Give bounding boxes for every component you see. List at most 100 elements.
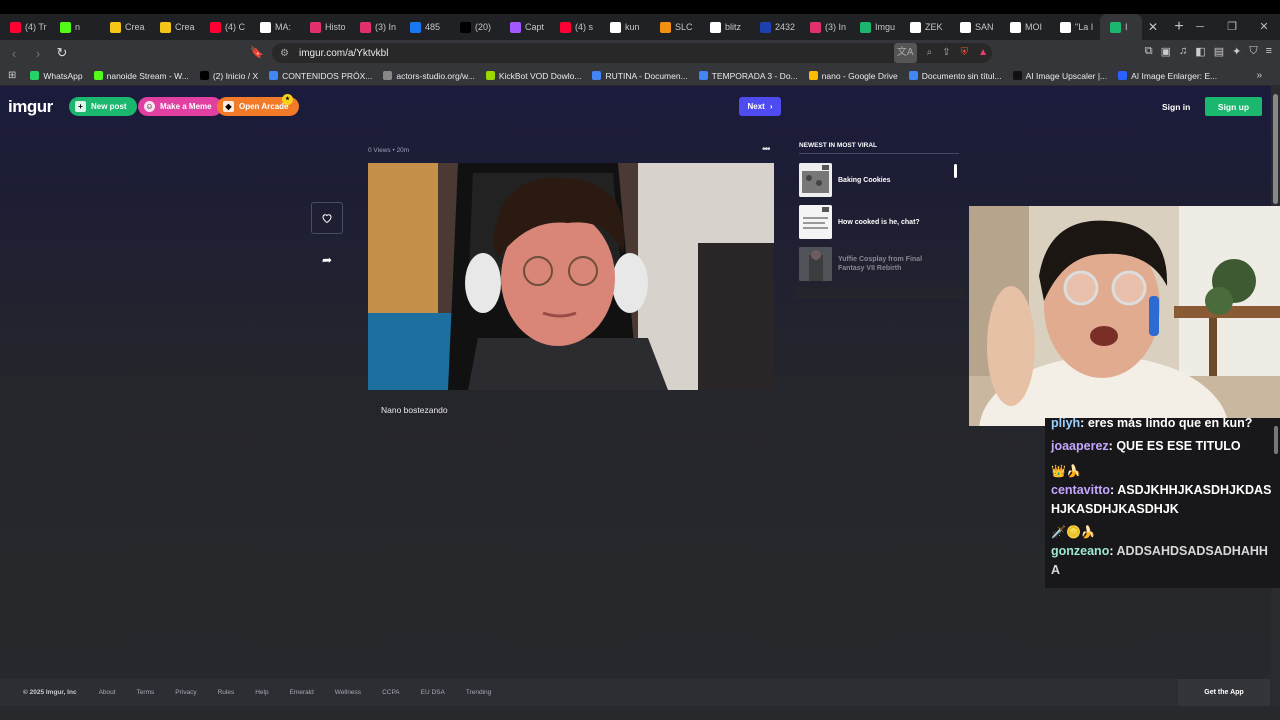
brave-shield-icon[interactable]: ⛨ — [961, 43, 969, 63]
browser-tab[interactable]: Capt — [500, 14, 550, 40]
minimize-icon[interactable]: ─ — [1184, 14, 1216, 40]
footer-link[interactable]: Help — [255, 689, 268, 696]
bookmark-item[interactable]: AI Image Enlarger: E... — [1118, 71, 1217, 81]
reload-icon[interactable]: ↻ — [52, 45, 72, 61]
browser-tab[interactable]: kun — [600, 14, 650, 40]
more-bookmarks-icon[interactable]: » — [1256, 70, 1262, 81]
viral-thumbnail — [799, 163, 832, 197]
browser-tab[interactable]: Crea — [150, 14, 200, 40]
leo-ai-icon[interactable]: ✦ — [1232, 45, 1241, 58]
omnibox-actions: 文A ⌕ ⇪ ⛨ ▲ — [893, 43, 988, 63]
vpn-icon[interactable]: ⛉ — [1249, 45, 1257, 58]
bookmark-item[interactable]: (2) Inicio / X — [199, 71, 258, 81]
favorite-button[interactable] — [311, 202, 343, 234]
translate-icon[interactable]: 文A — [893, 43, 917, 63]
browser-tab[interactable]: ZEK — [900, 14, 950, 40]
bookmark-favicon-icon — [1012, 71, 1022, 80]
footer-link[interactable]: Wellness — [335, 689, 361, 696]
sign-in-link[interactable]: Sign in — [1162, 102, 1190, 112]
browser-tab[interactable]: MOI — [1000, 14, 1050, 40]
viral-divider — [799, 153, 959, 154]
site-info-icon[interactable]: ⚙ — [280, 48, 289, 59]
footer-link[interactable]: Privacy — [175, 689, 196, 696]
viral-item[interactable]: How cooked is he, chat? — [799, 204, 959, 240]
bookmark-item[interactable]: nano - Google Drive — [808, 71, 898, 81]
browser-tab[interactable]: SLC — [650, 14, 700, 40]
footer-link[interactable]: Emerald — [290, 689, 314, 696]
close-window-icon[interactable]: ✕ — [1248, 14, 1280, 40]
browser-tab[interactable]: Imgu — [850, 14, 900, 40]
bookmark-item[interactable]: Documento sin títul... — [908, 71, 1002, 81]
apps-grid-icon[interactable]: ⊞ — [8, 70, 16, 81]
footer-link[interactable]: Trending — [466, 689, 491, 696]
viral-scrollbar[interactable] — [954, 164, 957, 178]
make-meme-button[interactable]: ☺ Make a Meme — [138, 97, 222, 116]
menu-icon[interactable]: ≡ — [1266, 45, 1272, 58]
browser-tab[interactable]: blitz — [700, 14, 750, 40]
browser-tab[interactable]: Crea — [100, 14, 150, 40]
browser-tab[interactable]: (20) — [450, 14, 500, 40]
viral-item[interactable]: Baking Cookies — [799, 162, 959, 198]
footer-link[interactable]: CCPA — [382, 689, 400, 696]
screenshot-icon[interactable]: ▣ — [1161, 45, 1171, 58]
more-options-icon[interactable]: ••• — [762, 144, 770, 155]
active-browser-tab[interactable]: I — [1100, 14, 1142, 40]
footer-link[interactable]: EU DSA — [421, 689, 445, 696]
make-meme-label: Make a Meme — [160, 102, 212, 111]
zoom-icon[interactable]: ⌕ — [927, 43, 933, 63]
wallet-icon[interactable]: ▤ — [1214, 45, 1224, 58]
brave-rewards-icon[interactable]: ▲ — [978, 43, 988, 63]
bookmark-icon[interactable]: 🔖 — [250, 46, 264, 59]
bookmark-item[interactable]: RUTINA - Documen... — [592, 70, 688, 81]
browser-tab[interactable]: MA: — [250, 14, 300, 40]
bookmark-item[interactable]: CONTENIDOS PRÓX... — [269, 71, 372, 81]
bookmark-item[interactable]: actors-studio.org/w... — [383, 71, 475, 81]
imgur-logo[interactable]: imgur — [8, 97, 53, 117]
browser-tab[interactable]: 485 — [400, 14, 450, 40]
browser-tab[interactable]: Histo — [300, 14, 350, 40]
next-post-button[interactable]: Next › — [739, 97, 781, 116]
new-post-button[interactable]: + New post — [69, 97, 137, 116]
share-button[interactable]: ➦ — [311, 244, 343, 276]
chat-text: eres más lindo que en kun? — [1087, 418, 1253, 430]
page-scrollbar-thumb[interactable] — [1273, 94, 1278, 204]
chat-scrollbar[interactable] — [1274, 426, 1278, 454]
browser-tab[interactable]: (4) s — [550, 14, 600, 40]
tab-label: (4) s — [575, 22, 593, 32]
browser-tab[interactable]: SAN — [950, 14, 1000, 40]
browser-tab[interactable]: "La I — [1050, 14, 1100, 40]
footer-link[interactable]: Terms — [137, 689, 155, 696]
footer-link[interactable]: Rules — [218, 689, 235, 696]
restore-icon[interactable]: ❐ — [1216, 14, 1248, 40]
bookmark-item[interactable]: AI Image Upscaler |... — [1012, 71, 1107, 81]
back-icon[interactable]: ‹ — [4, 46, 24, 61]
tab-favicon-icon — [460, 21, 471, 33]
url-field[interactable]: ⚙ imgur.com/a/Yktvkbl 文A ⌕ ⇪ ⛨ ▲ — [272, 43, 992, 63]
get-app-button[interactable]: Get the App — [1178, 679, 1270, 706]
bookmark-label: RUTINA - Documen... — [605, 70, 688, 81]
share-page-icon[interactable]: ⇪ — [942, 43, 950, 63]
cookies-thumbnail — [799, 163, 832, 197]
viral-item[interactable]: Yuffie Cosplay from Final Fantasy VII Re… — [799, 246, 959, 282]
sidebar-icon[interactable]: ◧ — [1195, 45, 1205, 58]
post-image[interactable] — [368, 163, 774, 390]
tab-strip: (4) Tr n Crea Crea (4) C MA: Histo (3) In 485 (20… — [0, 14, 1280, 40]
browser-tab[interactable]: (4) Tr — [0, 14, 50, 40]
address-bar-row: ‹ › ↻ 🔖 ⚙ imgur.com/a/Yktvkbl 文A ⌕ ⇪ ⛨ ▲… — [0, 40, 1280, 66]
bookmark-item[interactable]: WhatsApp — [30, 71, 83, 81]
footer-link[interactable]: About — [99, 689, 116, 696]
browser-tab[interactable]: 2432 — [750, 14, 800, 40]
browser-tab[interactable]: n — [50, 14, 100, 40]
bookmark-item[interactable]: nanoide Stream - W... — [93, 71, 189, 81]
media-icon[interactable]: ♫ — [1179, 45, 1187, 58]
tab-label: Crea — [125, 22, 145, 32]
browser-tab[interactable]: (3) In — [800, 14, 850, 40]
extensions-icon[interactable]: ⧉ — [1145, 45, 1153, 58]
sign-up-button[interactable]: Sign up — [1205, 97, 1262, 116]
browser-tab[interactable]: (3) In — [350, 14, 400, 40]
browser-tab[interactable]: (4) C — [200, 14, 250, 40]
forward-icon[interactable]: › — [28, 46, 48, 61]
close-tab-icon[interactable]: ✕ — [1142, 20, 1164, 34]
bookmark-item[interactable]: TEMPORADA 3 - Do... — [698, 71, 798, 81]
bookmark-item[interactable]: KickBot VOD Dowlo... — [485, 71, 581, 81]
